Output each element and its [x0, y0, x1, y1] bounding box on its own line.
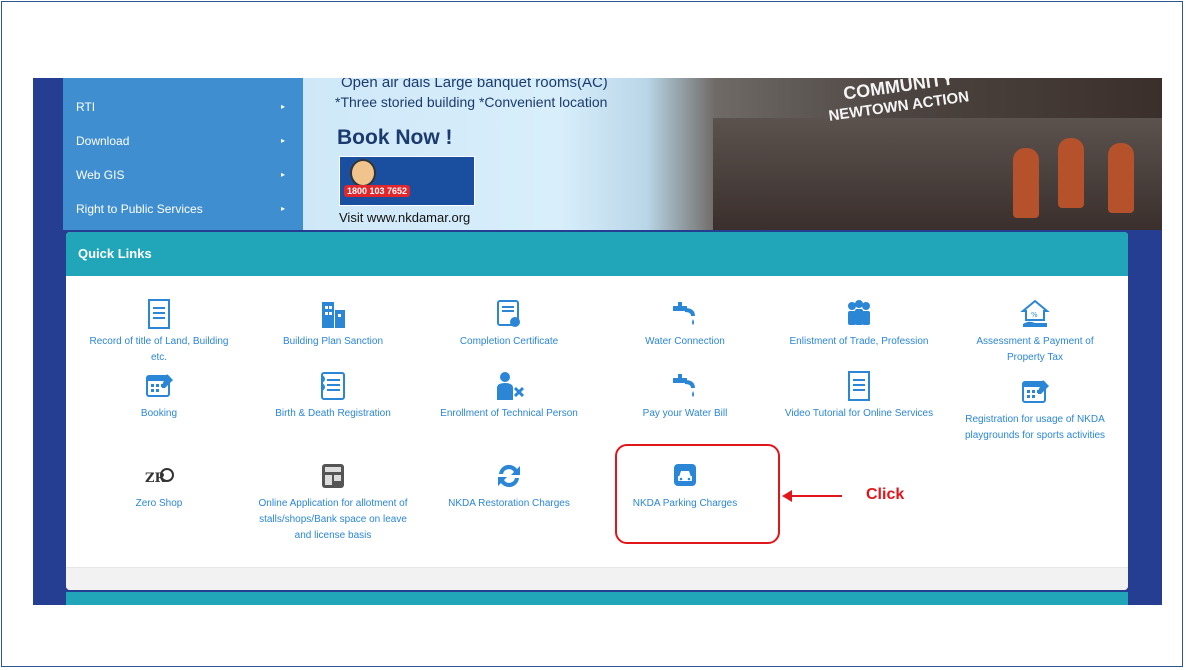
quick-link-label: Pay your Water Bill — [642, 408, 728, 419]
sidebar-menu: RTI ▸ Download ▸ Web GIS ▸ Right to Publ… — [63, 78, 303, 230]
quick-link-label: Zero Shop — [135, 498, 183, 509]
document-icon — [848, 371, 870, 401]
visit-website-text: Visit www.nkdamar.org — [339, 210, 471, 225]
shop-icon — [322, 464, 344, 488]
quick-links-title: Quick Links — [78, 246, 152, 261]
quick-link-pay-water-bill[interactable]: Pay your Water Bill — [610, 370, 760, 422]
sidebar-item-label: Right to Public Services — [76, 202, 203, 216]
quick-link-label: Birth & Death Registration — [275, 408, 391, 419]
toll-free-badge: 1800 103 7652 — [339, 156, 475, 206]
sidebar-item-label: Web GIS — [76, 168, 125, 182]
chevron-right-icon: ▸ — [280, 102, 285, 111]
register-icon — [321, 372, 345, 400]
quick-link-label: Building Plan Sanction — [282, 336, 384, 347]
mural-figure — [1013, 148, 1039, 218]
click-annotation: Click — [866, 486, 905, 503]
quick-links-header: Quick Links — [66, 232, 1128, 276]
svg-text:%: % — [1031, 311, 1038, 319]
chevron-right-icon: ▸ — [280, 136, 285, 145]
toll-free-number: 1800 103 7652 — [344, 185, 411, 197]
book-now-heading: Book Now ! — [337, 126, 453, 149]
quick-link-restoration-charges[interactable]: NKDA Restoration Charges — [434, 460, 584, 512]
banner-line-2: *Three storied building *Convenient loca… — [335, 94, 608, 110]
banner-line-1: Open air dais Large banquet rooms(AC) — [341, 78, 608, 91]
quick-link-label: Water Connection — [645, 336, 725, 347]
quick-link-record-of-title[interactable]: Record of title of Land, Building etc. — [84, 298, 234, 366]
people-icon — [848, 300, 870, 325]
quick-link-label: NKDA Restoration Charges — [448, 498, 570, 509]
quick-link-label: Booking — [140, 408, 178, 419]
promo-banner[interactable]: Open air dais Large banquet rooms(AC) *T… — [303, 78, 1162, 230]
quick-link-label: Assessment & Payment of Property Tax — [976, 336, 1094, 363]
water-tap-icon — [673, 374, 695, 397]
panel-footer — [66, 567, 1128, 590]
refresh-icon — [498, 464, 520, 488]
mural-figure — [1058, 138, 1084, 208]
sidebar-item-label: Download — [76, 134, 130, 148]
quick-link-label: Enrollment of Technical Person — [440, 408, 578, 419]
quick-link-trade-enlistment[interactable]: Enlistment of Trade, Profession — [784, 298, 934, 350]
arrow-left-icon — [782, 490, 842, 502]
quick-link-stall-allotment[interactable]: Online Application for allotment of stal… — [258, 460, 408, 544]
quick-link-label: Registration for usage of NKDA playgroun… — [964, 414, 1106, 441]
quick-link-booking[interactable]: Booking — [84, 370, 234, 422]
quick-link-label: Record of title of Land, Building etc. — [89, 336, 229, 363]
quick-link-building-plan[interactable]: Building Plan Sanction — [258, 298, 408, 350]
mascot-icon — [350, 159, 376, 187]
zero-shop-logo: ZR — [145, 468, 174, 486]
sidebar-item-right-to-public-services[interactable]: Right to Public Services ▸ — [63, 194, 303, 224]
quick-link-birth-death-registration[interactable]: Birth & Death Registration — [258, 370, 408, 422]
calendar-icon — [1022, 380, 1049, 403]
highlight-box — [615, 444, 780, 544]
building-icon — [322, 302, 345, 328]
quick-link-video-tutorial[interactable]: Video Tutorial for Online Services — [784, 370, 934, 422]
certificate-icon — [497, 300, 520, 327]
quick-link-technical-person[interactable]: Enrollment of Technical Person — [434, 370, 584, 422]
technician-icon — [497, 372, 525, 400]
quick-link-label: Online Application for allotment of stal… — [258, 498, 408, 541]
building-photo — [713, 118, 1162, 230]
water-tap-icon — [673, 302, 695, 325]
quick-link-label: Video Tutorial for Online Services — [784, 408, 934, 419]
quick-link-property-tax[interactable]: % Assessment & Payment of Property Tax — [960, 298, 1110, 366]
quick-link-playground-registration[interactable]: Registration for usage of NKDA playgroun… — [960, 376, 1110, 444]
quick-link-water-connection[interactable]: Water Connection — [610, 298, 760, 350]
quick-link-label: Completion Certificate — [459, 336, 559, 347]
quick-link-completion-certificate[interactable]: Completion Certificate — [434, 298, 584, 350]
document-icon — [148, 299, 170, 329]
sidebar-item-download[interactable]: Download ▸ — [63, 126, 303, 156]
quick-link-label: Enlistment of Trade, Profession — [789, 336, 929, 347]
quick-link-zero-shop[interactable]: ZR Zero Shop — [84, 460, 234, 512]
sidebar-item-rti[interactable]: RTI ▸ — [63, 92, 303, 122]
next-section-header — [66, 592, 1128, 605]
calendar-icon — [146, 374, 173, 397]
chevron-right-icon: ▸ — [280, 204, 285, 213]
sidebar-item-web-gis[interactable]: Web GIS ▸ — [63, 160, 303, 190]
sidebar-item-label: RTI — [76, 100, 96, 114]
house-hand-icon: % — [1020, 299, 1050, 327]
mural-figure — [1108, 143, 1134, 213]
chevron-right-icon: ▸ — [280, 170, 285, 179]
